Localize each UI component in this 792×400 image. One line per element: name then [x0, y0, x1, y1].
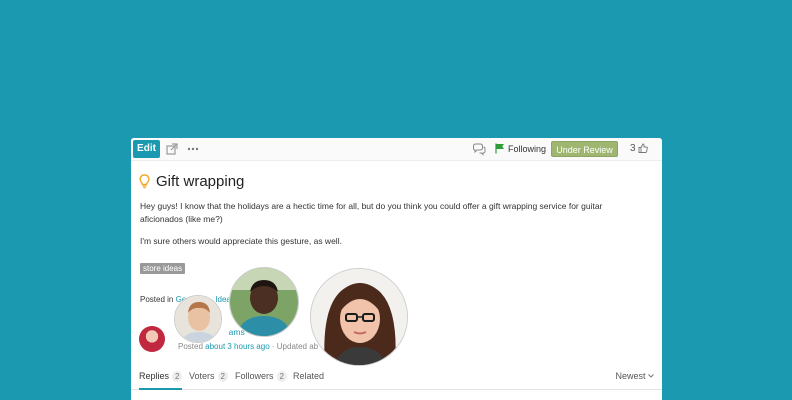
meta-updated: · Updated ab	[271, 342, 319, 351]
external-link-icon[interactable]	[165, 142, 179, 156]
timestamp: about 3 hours ago	[205, 342, 270, 351]
post-meta: Posted about 3 hours ago · Updated ab	[178, 342, 318, 351]
floating-avatar-man-2	[229, 267, 299, 337]
avatar-portrait	[230, 268, 298, 336]
thumbs-up-icon	[638, 143, 649, 153]
avatar-portrait	[175, 296, 221, 342]
status-dropdown[interactable]: Under Review	[551, 141, 618, 168]
meta-posted: Posted	[178, 342, 203, 351]
floating-avatar-woman	[310, 268, 408, 366]
tab-count: 2	[276, 371, 287, 382]
comments-icon[interactable]	[472, 142, 486, 156]
sort-label: Newest	[615, 371, 646, 381]
tab-replies[interactable]: Replies 2	[139, 364, 183, 390]
page-title: Gift wrapping	[156, 173, 245, 190]
tab-related[interactable]: Related	[293, 364, 324, 388]
post-toolbar: Edit Following Under Review 3	[131, 138, 662, 168]
sort-dropdown[interactable]: Newest	[615, 364, 654, 388]
tab-label: Followers	[235, 371, 274, 381]
more-icon[interactable]	[186, 142, 200, 156]
chevron-down-icon	[582, 164, 588, 168]
post-tabs: Replies 2 Voters 2 Followers 2 Related Newe…	[131, 364, 662, 390]
lightbulb-icon	[139, 174, 150, 189]
following-label: Following	[508, 144, 547, 154]
edit-button[interactable]: Edit	[133, 140, 160, 158]
floating-avatar-man-1	[174, 295, 222, 343]
tab-label: Voters	[189, 371, 215, 381]
tab-voters[interactable]: Voters 2	[189, 364, 228, 388]
tab-label: Related	[293, 371, 325, 381]
tab-count: 2	[217, 371, 228, 382]
post-body: Hey guys! I know that the holidays are a…	[140, 200, 640, 257]
tag-badge[interactable]: store ideas	[140, 263, 186, 274]
post-card: Edit Following Under Review 3 Gift wrapp…	[131, 138, 662, 400]
status-label: Under Review	[556, 145, 613, 155]
avatar-portrait	[311, 269, 407, 365]
vote-count: 3	[630, 143, 636, 154]
posted-in-prefix: Posted in	[140, 295, 174, 304]
post-paragraph: I'm sure others would appreciate this ge…	[140, 236, 342, 246]
post-paragraph: Hey guys! I know that the holidays are a…	[140, 201, 603, 224]
vote-button[interactable]: 3	[630, 141, 649, 157]
chevron-down-icon	[648, 374, 654, 378]
tab-followers[interactable]: Followers 2	[235, 364, 287, 388]
flag-icon	[495, 143, 504, 154]
tab-count: 2	[172, 371, 183, 382]
tab-label: Replies	[139, 371, 170, 381]
following-toggle[interactable]: Following	[495, 141, 546, 157]
author-avatar[interactable]	[139, 326, 165, 352]
